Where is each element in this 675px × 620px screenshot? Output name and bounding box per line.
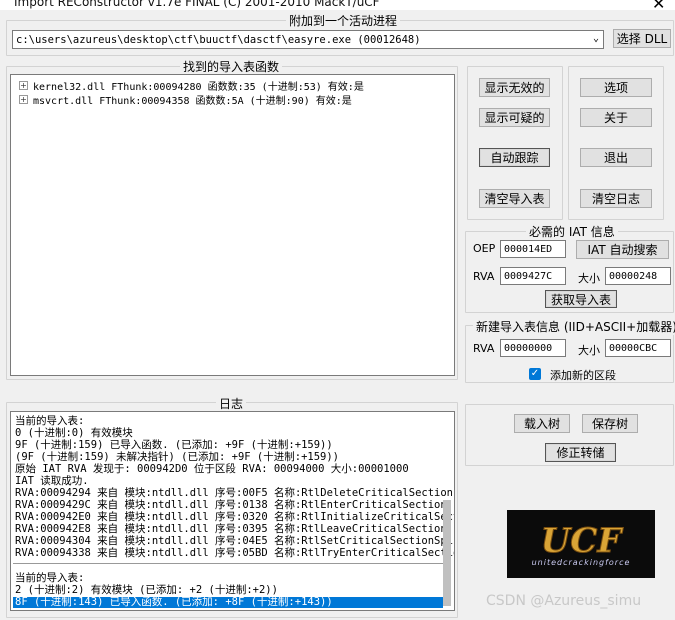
log-line: (9F (十进制:159) 未解决指针) (已添加: +9F (十进制:+159… bbox=[15, 451, 340, 463]
add-section-label: 添加新的区段 bbox=[550, 369, 616, 382]
tree-item-msvcrt[interactable]: + msvcrt.dll FThunk:00094358 函数数:5A (十进制… bbox=[19, 92, 352, 107]
tree-item-label: kernel32.dll FThunk:00094280 函数数:35 (十进制… bbox=[33, 82, 364, 93]
fix-dump-button[interactable]: 修正转储 bbox=[545, 443, 616, 462]
log-list[interactable]: 当前的导入表: 0 (十进制:0) 有效模块 9F (十进制:159) 已导入函… bbox=[10, 411, 455, 611]
iat-rva-field[interactable]: 0009427C bbox=[500, 267, 566, 285]
iat-info-legend: 必需的 IAT 信息 bbox=[526, 223, 618, 240]
tree-item-label: msvcrt.dll FThunk:00094358 函数数:5A (十进制:9… bbox=[33, 96, 352, 107]
pick-dll-button[interactable]: 选择 DLL bbox=[613, 29, 671, 48]
options-button[interactable]: 选项 bbox=[580, 78, 652, 97]
log-line: 2 (十进制:2) 有效模块 (已添加: +2 (十进制:+2)) bbox=[15, 584, 278, 596]
ucf-logo-art: UCF bbox=[540, 521, 625, 562]
process-value: c:\users\azureus\desktop\ctf\buuctf\dasc… bbox=[16, 33, 421, 46]
new-rva-field[interactable]: 00000000 bbox=[500, 339, 566, 357]
log-line: 0 (十进制:0) 有效模块 bbox=[15, 427, 133, 439]
expand-icon[interactable]: + bbox=[19, 95, 28, 104]
iat-size-field[interactable]: 00000248 bbox=[605, 267, 671, 285]
tree-item-kernel32[interactable]: + kernel32.dll FThunk:00094280 函数数:35 (十… bbox=[19, 78, 364, 93]
close-icon[interactable]: ✕ bbox=[652, 0, 665, 10]
log-legend: 日志 bbox=[216, 395, 247, 412]
svg-text:UCF: UCF bbox=[541, 521, 625, 561]
iat-autosearch-button[interactable]: IAT 自动搜索 bbox=[576, 240, 669, 259]
log-divider bbox=[13, 563, 443, 564]
new-size-field[interactable]: 00000CBC bbox=[605, 339, 671, 357]
show-suspect-button[interactable]: 显示可疑的 bbox=[479, 108, 550, 127]
iat-size-label: 大小 bbox=[578, 272, 600, 285]
log-line: RVA:0009429C 来自 模块:ntdll.dll 序号:0138 名称:… bbox=[15, 499, 447, 511]
oep-field[interactable]: 000014ED bbox=[500, 240, 566, 258]
oep-label: OEP bbox=[473, 242, 496, 255]
get-imports-button[interactable]: 获取导入表 bbox=[545, 290, 617, 308]
process-select[interactable]: c:\users\azureus\desktop\ctf\buuctf\dasc… bbox=[12, 30, 604, 49]
new-rva-label: RVA bbox=[473, 342, 495, 355]
imports-tree[interactable]: + kernel32.dll FThunk:00094280 函数数:35 (十… bbox=[10, 74, 455, 376]
watermark: CSDN @Azureus_simu bbox=[486, 593, 642, 609]
window-title: Import REConstructor v1.7e FINAL (C) 200… bbox=[14, 0, 380, 9]
log-scrollbar[interactable] bbox=[443, 500, 451, 606]
log-line: 9F (十进制:159) 已导入函数. (已添加: +9F (十进制:+159)… bbox=[15, 439, 333, 451]
clear-log-button[interactable]: 清空日志 bbox=[580, 189, 652, 208]
auto-trace-button[interactable]: 自动跟踪 bbox=[479, 148, 550, 167]
add-section-checkbox[interactable]: ✓ bbox=[529, 368, 541, 380]
iat-rva-label: RVA bbox=[473, 270, 495, 283]
log-line: 原始 IAT RVA 发现于: 000942D0 位于区段 RVA: 00094… bbox=[15, 463, 409, 475]
logo-text: unitedcrackingforce bbox=[531, 558, 631, 567]
save-tree-button[interactable]: 保存树 bbox=[582, 414, 638, 433]
about-button[interactable]: 关于 bbox=[580, 108, 652, 127]
process-group-legend: 附加到一个活动进程 bbox=[286, 12, 401, 29]
log-line: RVA:00094294 来自 模块:ntdll.dll 序号:00F5 名称:… bbox=[15, 487, 454, 499]
load-tree-button[interactable]: 载入树 bbox=[514, 414, 570, 433]
chevron-down-icon[interactable]: ⌄ bbox=[593, 33, 599, 44]
title-bar: Import REConstructor v1.7e FINAL (C) 200… bbox=[0, 0, 675, 10]
log-line: RVA:00094338 来自 模块:ntdll.dll 序号:05BD 名称:… bbox=[15, 547, 455, 559]
log-line-selected[interactable]: 8F (十进制:143) 已导入函数. (已添加: +8F (十进制:+143)… bbox=[13, 597, 443, 608]
imports-group-legend: 找到的导入表函数 bbox=[180, 58, 283, 75]
new-import-legend: 新建导入表信息 (IID+ASCII+加载器) bbox=[473, 318, 675, 335]
ucf-logo: UCF unitedcrackingforce bbox=[507, 510, 655, 578]
log-line: IAT 读取成功. bbox=[15, 475, 89, 487]
log-line: RVA:000942E0 来自 模块:ntdll.dll 序号:0320 名称:… bbox=[15, 511, 455, 523]
clear-imports-button[interactable]: 清空导入表 bbox=[479, 189, 550, 208]
log-line: 当前的导入表: bbox=[15, 572, 85, 584]
log-line: RVA:00094304 来自 模块:ntdll.dll 序号:04E5 名称:… bbox=[15, 535, 455, 547]
log-line: RVA:000942E8 来自 模块:ntdll.dll 序号:0395 名称:… bbox=[15, 523, 447, 535]
exit-button[interactable]: 退出 bbox=[580, 148, 652, 167]
show-invalid-button[interactable]: 显示无效的 bbox=[479, 78, 550, 97]
expand-icon[interactable]: + bbox=[19, 81, 28, 90]
new-size-label: 大小 bbox=[578, 344, 600, 357]
log-line: 当前的导入表: bbox=[15, 415, 85, 427]
